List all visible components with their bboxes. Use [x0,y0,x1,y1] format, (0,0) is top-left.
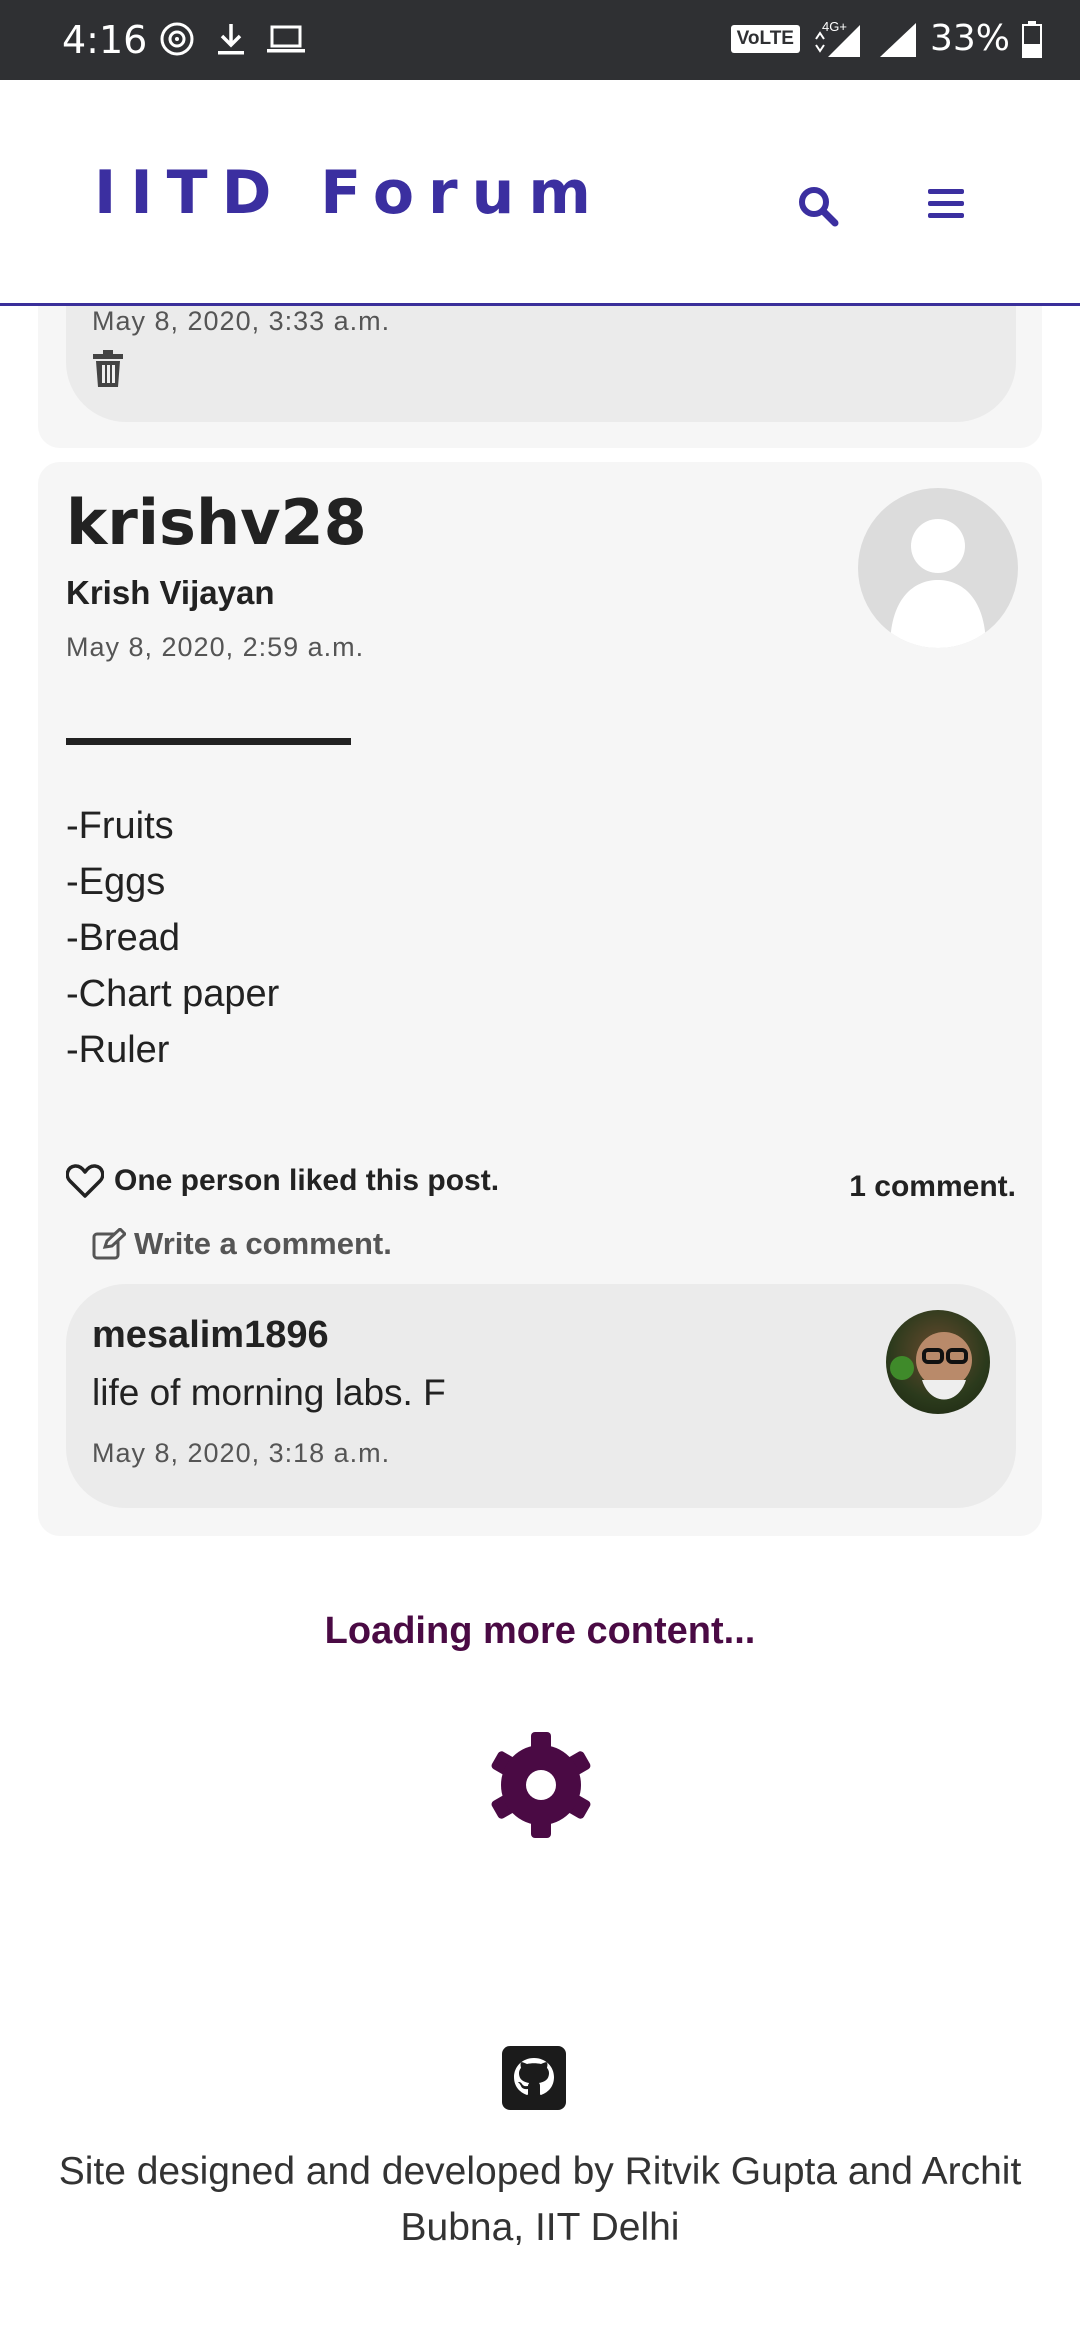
write-comment-link[interactable]: Write a comment. [92,1226,392,1262]
list-item: -Eggs [66,861,166,903]
trash-icon[interactable] [92,350,124,388]
menu-icon[interactable] [928,188,964,220]
github-icon[interactable] [502,2046,566,2110]
sync-icon [160,22,194,56]
loading-text: Loading more content... [324,1610,756,1652]
list-item: -Bread [66,917,181,959]
status-icons-right: VoLTE 4G+ 33% [730,18,1042,59]
like-row[interactable]: One person liked this post. [66,1164,499,1198]
post-content-list: -Fruits -Eggs -Bread -Chart paper -Ruler [66,798,279,1078]
battery-percent: 33% [929,18,1010,59]
search-icon[interactable] [796,184,840,228]
volte-badge: VoLTE [730,24,800,53]
signal-r-icon [879,22,916,57]
post-date: May 8, 2020, 2:59 a.m. [66,632,365,662]
footer-credit: Site designed and developed by Ritvik Gu… [58,2150,1022,2249]
comment-avatar [886,1310,990,1414]
laptop-icon [267,25,305,53]
status-icons-left [158,20,306,58]
comment-text: life of morning labs. F [92,1372,446,1413]
comment-username[interactable]: mesalim1896 [92,1314,329,1357]
list-item: -Ruler [66,1029,170,1071]
comments-count[interactable]: 1 comment. [849,1170,1016,1204]
list-item: -Chart paper [66,973,280,1015]
commenter-photo [890,1332,972,1400]
write-comment-label: Write a comment. [134,1226,392,1261]
list-item: -Fruits [66,805,174,847]
top-navbar: IITD Forum [0,80,1080,306]
battery-icon [1022,20,1042,58]
post-full-name: Krish Vijayan [66,574,275,611]
edit-icon [92,1228,126,1260]
user-placeholder-icon [890,519,986,648]
post-username[interactable]: krishv28 [66,486,367,559]
status-time: 4:16 [62,18,148,62]
status-bar: 4:16 VoLTE 4G+ 33% [0,0,1080,80]
signal-4g-icon: 4G+ [815,19,860,57]
gear-icon [491,1732,591,1838]
post-divider [66,738,351,745]
previous-comment-date: May 8, 2020, 3:33 a.m. [92,306,391,336]
signal-label: 4G+ [822,19,847,34]
heart-icon[interactable] [66,1164,104,1198]
likes-text: One person liked this post. [114,1164,500,1197]
brand-title[interactable]: IITD Forum [94,158,605,228]
download-icon [218,24,244,55]
post-avatar [858,488,1018,648]
comment-date: May 8, 2020, 3:18 a.m. [92,1438,391,1468]
